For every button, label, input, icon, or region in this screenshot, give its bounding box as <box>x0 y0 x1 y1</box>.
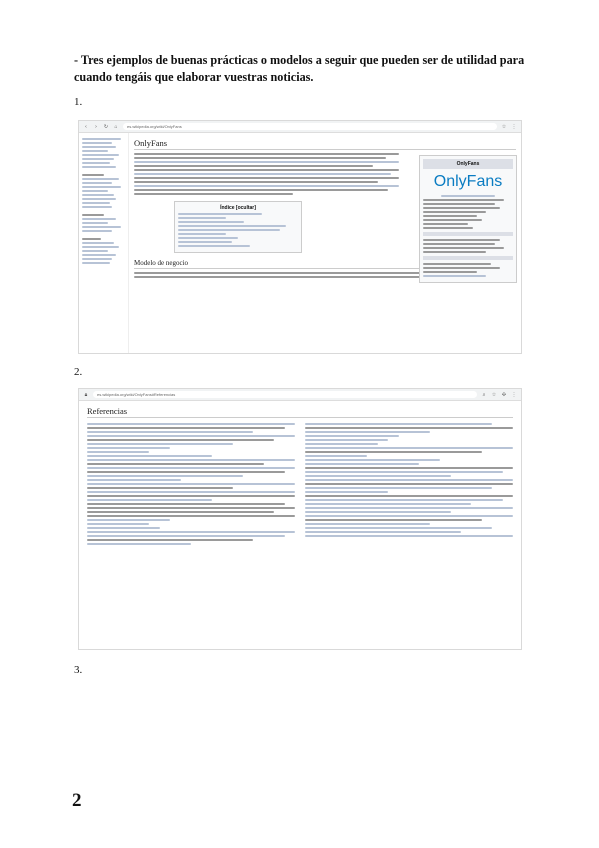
page-number: 2 <box>72 790 82 811</box>
infobox: OnlyFans OnlyFans <box>419 155 517 283</box>
references-col-right <box>305 421 513 547</box>
screenshot-onlyfans-article: ‹ › ↻ ⌂ es.wikipedia.org/wiki/OnlyFans ☆… <box>78 120 522 354</box>
item-number-1: 1. <box>74 96 83 108</box>
article-title: OnlyFans <box>134 138 168 148</box>
menu-icon[interactable]: ⋮ <box>511 124 517 130</box>
toc-title: Índice [ocultar] <box>220 205 256 211</box>
address-bar-2[interactable]: es.wikipedia.org/wiki/OnlyFans#Referenci… <box>93 391 477 398</box>
item-number-2: 2. <box>74 366 83 378</box>
item-number-3: 3. <box>74 664 83 676</box>
puzzle-icon[interactable]: ✣ <box>501 392 507 398</box>
infobox-title: OnlyFans <box>423 159 513 169</box>
wiki-content: OnlyFans Índice [ocultar] Modelo de nego… <box>129 133 521 353</box>
lock-icon: 🔒︎ <box>84 391 88 398</box>
back-icon[interactable]: ‹ <box>83 124 89 130</box>
screenshot-references: 🔒︎ es.wikipedia.org/wiki/OnlyFans#Refere… <box>78 388 522 650</box>
references-title: Referencias <box>87 406 128 416</box>
browser-toolbar-2: 🔒︎ es.wikipedia.org/wiki/OnlyFans#Refere… <box>79 389 521 401</box>
home-icon[interactable]: ⌂ <box>113 124 119 130</box>
browser-toolbar: ‹ › ↻ ⌂ es.wikipedia.org/wiki/OnlyFans ☆… <box>79 121 521 133</box>
menu-icon-2[interactable]: ⋮ <box>511 392 517 398</box>
star-icon[interactable]: ☆ <box>501 124 507 130</box>
reload-icon[interactable]: ↻ <box>103 124 109 130</box>
search-icon[interactable]: ⌕ <box>481 392 487 398</box>
table-of-contents: Índice [ocultar] <box>174 201 302 253</box>
onlyfans-logo: OnlyFans <box>433 173 503 190</box>
wiki-sidebar <box>79 133 129 353</box>
section-heading: - Tres ejemplos de buenas prácticas o mo… <box>74 53 525 84</box>
forward-icon[interactable]: › <box>93 124 99 130</box>
star-icon-2[interactable]: ☆ <box>491 392 497 398</box>
address-bar[interactable]: es.wikipedia.org/wiki/OnlyFans <box>123 123 497 130</box>
references-col-left <box>87 421 295 547</box>
